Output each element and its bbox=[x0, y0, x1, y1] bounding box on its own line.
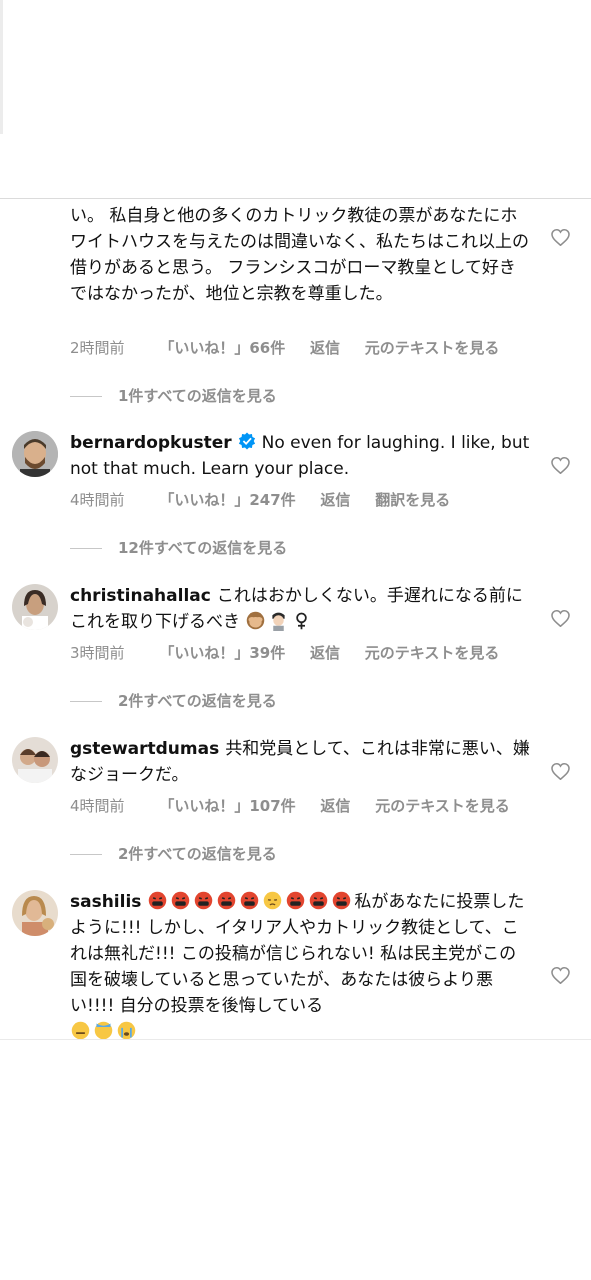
reply-button[interactable]: 返信 bbox=[310, 339, 340, 357]
username[interactable]: sashilis bbox=[70, 892, 141, 912]
comment-meta: 3時間前 「いいね！」39件 返信 元のテキストを見る bbox=[70, 643, 519, 663]
reply-button[interactable]: 返信 bbox=[320, 797, 350, 815]
crying-face-icon bbox=[117, 1021, 136, 1039]
comment-meta: 2時間前 「いいね！」66件 返信 元のテキストを見る bbox=[70, 338, 519, 358]
view-replies-button[interactable]: 12件すべての返信を見る bbox=[70, 538, 287, 558]
angry-emoji-row bbox=[147, 891, 354, 912]
top-blank-area bbox=[0, 0, 591, 198]
replies-line bbox=[70, 854, 102, 855]
comment-time: 3時間前 bbox=[70, 644, 125, 662]
comment-meta: 4時間前 「いいね！」107件 返信 元のテキストを見る bbox=[70, 796, 530, 816]
see-original-button[interactable]: 元のテキストを見る bbox=[365, 644, 500, 662]
left-edge-strip bbox=[0, 0, 3, 134]
translate-button[interactable]: 翻訳を見る bbox=[375, 491, 450, 509]
reply-button[interactable]: 返信 bbox=[310, 644, 340, 662]
avatar[interactable] bbox=[12, 584, 58, 630]
pensive-face-icon bbox=[264, 891, 282, 910]
female-sign-icon bbox=[296, 612, 308, 630]
downcast-sweat-face-icon bbox=[94, 1021, 113, 1039]
comment-body: christinahallac これはおかしくない。手遅れになる前にこれを取り下げ… bbox=[70, 583, 532, 635]
cursing-face-icon bbox=[241, 891, 259, 910]
see-no-evil-monkey-icon bbox=[247, 611, 265, 630]
cursing-face-icon bbox=[310, 891, 328, 910]
facepalm-icon bbox=[272, 612, 286, 631]
comment-meta: 4時間前 「いいね！」247件 返信 翻訳を見る bbox=[70, 490, 470, 510]
view-replies-button[interactable]: 1件すべての返信を見る bbox=[70, 386, 277, 406]
see-original-button[interactable]: 元のテキストを見る bbox=[365, 339, 500, 357]
comment-body: sashilis 私があなたに投票したように!!! しかし、イタリア人やカトリック… bbox=[70, 889, 532, 1039]
cursing-face-icon bbox=[195, 891, 213, 910]
heart-icon[interactable] bbox=[551, 967, 570, 984]
cursing-face-icon bbox=[172, 891, 190, 910]
replies-line bbox=[70, 396, 102, 397]
bottom-divider bbox=[0, 1039, 591, 1040]
heart-icon[interactable] bbox=[551, 457, 570, 474]
view-replies-button[interactable]: 2件すべての返信を見る bbox=[70, 691, 277, 711]
heart-icon[interactable] bbox=[551, 763, 570, 780]
comment-text: い。 私自身と他の多くのカトリック教徒の票があなたにホワイトハウスを与えたのは間… bbox=[70, 206, 529, 304]
verified-badge-icon bbox=[238, 432, 255, 450]
view-replies-button[interactable]: 2件すべての返信を見る bbox=[70, 844, 277, 864]
replies-line bbox=[70, 701, 102, 702]
comment-body: gstewartdumas 共和党員として、これは非常に悪い、嫌なジョークだ。 bbox=[70, 736, 532, 788]
cursing-face-icon bbox=[287, 891, 305, 910]
heart-icon[interactable] bbox=[551, 229, 570, 246]
avatar[interactable] bbox=[12, 737, 58, 783]
username[interactable]: gstewartdumas bbox=[70, 739, 219, 759]
cursing-face-icon bbox=[149, 891, 167, 910]
comment-time: 2時間前 bbox=[70, 339, 125, 357]
likes-count[interactable]: 「いいね！」66件 bbox=[159, 339, 285, 357]
comment-body: bernardopkuster No even for laughing. I l… bbox=[70, 430, 532, 482]
avatar[interactable] bbox=[12, 431, 58, 477]
likes-count[interactable]: 「いいね！」39件 bbox=[159, 644, 285, 662]
reply-button[interactable]: 返信 bbox=[320, 491, 350, 509]
comments-list[interactable]: い。 私自身と他の多くのカトリック教徒の票があなたにホワイトハウスを与えたのは間… bbox=[0, 199, 591, 1039]
likes-count[interactable]: 「いいね！」247件 bbox=[159, 491, 295, 509]
cursing-face-icon bbox=[333, 891, 351, 910]
heart-icon[interactable] bbox=[551, 610, 570, 627]
username[interactable]: bernardopkuster bbox=[70, 433, 232, 453]
cursing-face-icon bbox=[218, 891, 236, 910]
see-original-button[interactable]: 元のテキストを見る bbox=[375, 797, 510, 815]
avatar[interactable] bbox=[12, 890, 58, 936]
likes-count[interactable]: 「いいね！」107件 bbox=[159, 797, 295, 815]
comment-time: 4時間前 bbox=[70, 491, 125, 509]
replies-line bbox=[70, 548, 102, 549]
username[interactable]: christinahallac bbox=[70, 586, 211, 606]
comment-time: 4時間前 bbox=[70, 797, 125, 815]
zipper-mouth-face-icon bbox=[71, 1021, 90, 1039]
